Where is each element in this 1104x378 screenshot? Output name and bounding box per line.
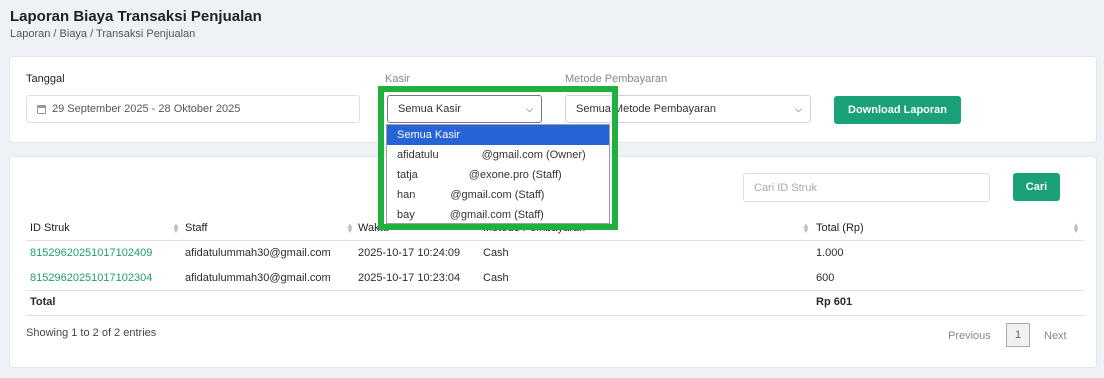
kasir-option[interactable]: bay @gmail.com (Staff)	[387, 205, 609, 225]
kasir-option-label-end: @gmail.com (Staff)	[449, 209, 544, 221]
breadcrumb: Laporan / Biaya / Transaksi Penjualan	[10, 28, 196, 40]
kasir-option-label-start: han	[397, 189, 416, 201]
kasir-label: Kasir	[385, 73, 411, 85]
sort-icon[interactable]: ▲ ▼	[1072, 222, 1080, 235]
total-value: Rp 601	[816, 296, 853, 308]
kasir-option[interactable]: Semua Kasir	[387, 125, 609, 145]
row-id-link[interactable]: 81529620251017102409	[30, 247, 152, 259]
page-1-button[interactable]: 1	[1006, 323, 1030, 347]
kasir-option[interactable]: han @gmail.com (Staff)	[387, 185, 609, 205]
metode-select[interactable]: Semua Metode Pembayaran ⌵	[565, 95, 811, 123]
previous-button[interactable]: Previous	[948, 330, 991, 342]
column-header-total[interactable]: Total (Rp)	[816, 222, 864, 234]
kasir-option-label-end: @gmail.com (Owner)	[481, 149, 586, 161]
entries-info: Showing 1 to 2 of 2 entries	[26, 327, 157, 339]
sort-icon[interactable]: ▲ ▼	[172, 222, 180, 235]
row-waktu: 2025-10-17 10:23:04	[358, 272, 461, 284]
kasir-option-label-start: bay	[397, 209, 415, 221]
kasir-select-value: Semua Kasir	[398, 103, 461, 115]
kasir-select[interactable]: Semua Kasir ⌵	[387, 95, 542, 123]
row-staff: afidatulummah30@gmail.com	[185, 247, 331, 259]
kasir-option-label-start: afidatulu	[397, 149, 439, 161]
kasir-option-label-end: @gmail.com (Staff)	[450, 189, 545, 201]
header-divider	[26, 240, 1084, 241]
kasir-option-label-end: @exone.pro (Staff)	[468, 169, 562, 181]
kasir-dropdown-list: Semua Kasir afidatulu @gmail.com (Owner) …	[386, 124, 610, 224]
date-range-value: 29 September 2025 - 28 Oktober 2025	[52, 103, 241, 115]
metode-label: Metode Pembayaran	[565, 73, 668, 85]
kasir-option[interactable]: afidatulu @gmail.com (Owner)	[387, 145, 609, 165]
kasir-option-label: Semua Kasir	[397, 129, 460, 141]
sort-icon[interactable]: ▲ ▼	[346, 222, 354, 235]
row-staff: afidatulummah30@gmail.com	[185, 272, 331, 284]
search-button[interactable]: Cari	[1013, 173, 1060, 201]
date-range-input[interactable]: 29 September 2025 - 28 Oktober 2025	[26, 95, 360, 123]
row-total: 1.000	[816, 247, 844, 259]
row-divider	[26, 290, 1084, 291]
tanggal-label: Tanggal	[26, 73, 65, 85]
kasir-option-label-start: tatja	[397, 169, 418, 181]
next-button[interactable]: Next	[1044, 330, 1067, 342]
download-report-button[interactable]: Download Laporan	[834, 96, 961, 124]
column-header-staff[interactable]: Staff	[185, 222, 207, 234]
chevron-down-icon: ⌵	[526, 104, 533, 114]
search-input[interactable]: Cari ID Struk	[743, 173, 990, 202]
column-header-id[interactable]: ID Struk	[30, 222, 70, 234]
total-label: Total	[30, 296, 56, 308]
column-header-waktu[interactable]: Waktu	[358, 222, 389, 234]
total-divider	[26, 315, 1084, 316]
row-id-link[interactable]: 81529620251017102304	[30, 272, 152, 284]
row-total: 600	[816, 272, 835, 284]
page-title: Laporan Biaya Transaksi Penjualan	[10, 8, 262, 25]
row-waktu: 2025-10-17 10:24:09	[358, 247, 461, 259]
kasir-option[interactable]: tatja @exone.pro (Staff)	[387, 165, 609, 185]
calendar-icon	[37, 104, 46, 114]
row-metode: Cash	[483, 272, 509, 284]
sort-icon[interactable]: ▲ ▼	[802, 222, 810, 235]
row-metode: Cash	[483, 247, 509, 259]
metode-select-value: Semua Metode Pembayaran	[576, 103, 717, 115]
search-placeholder: Cari ID Struk	[754, 181, 817, 194]
chevron-down-icon: ⌵	[795, 104, 802, 114]
